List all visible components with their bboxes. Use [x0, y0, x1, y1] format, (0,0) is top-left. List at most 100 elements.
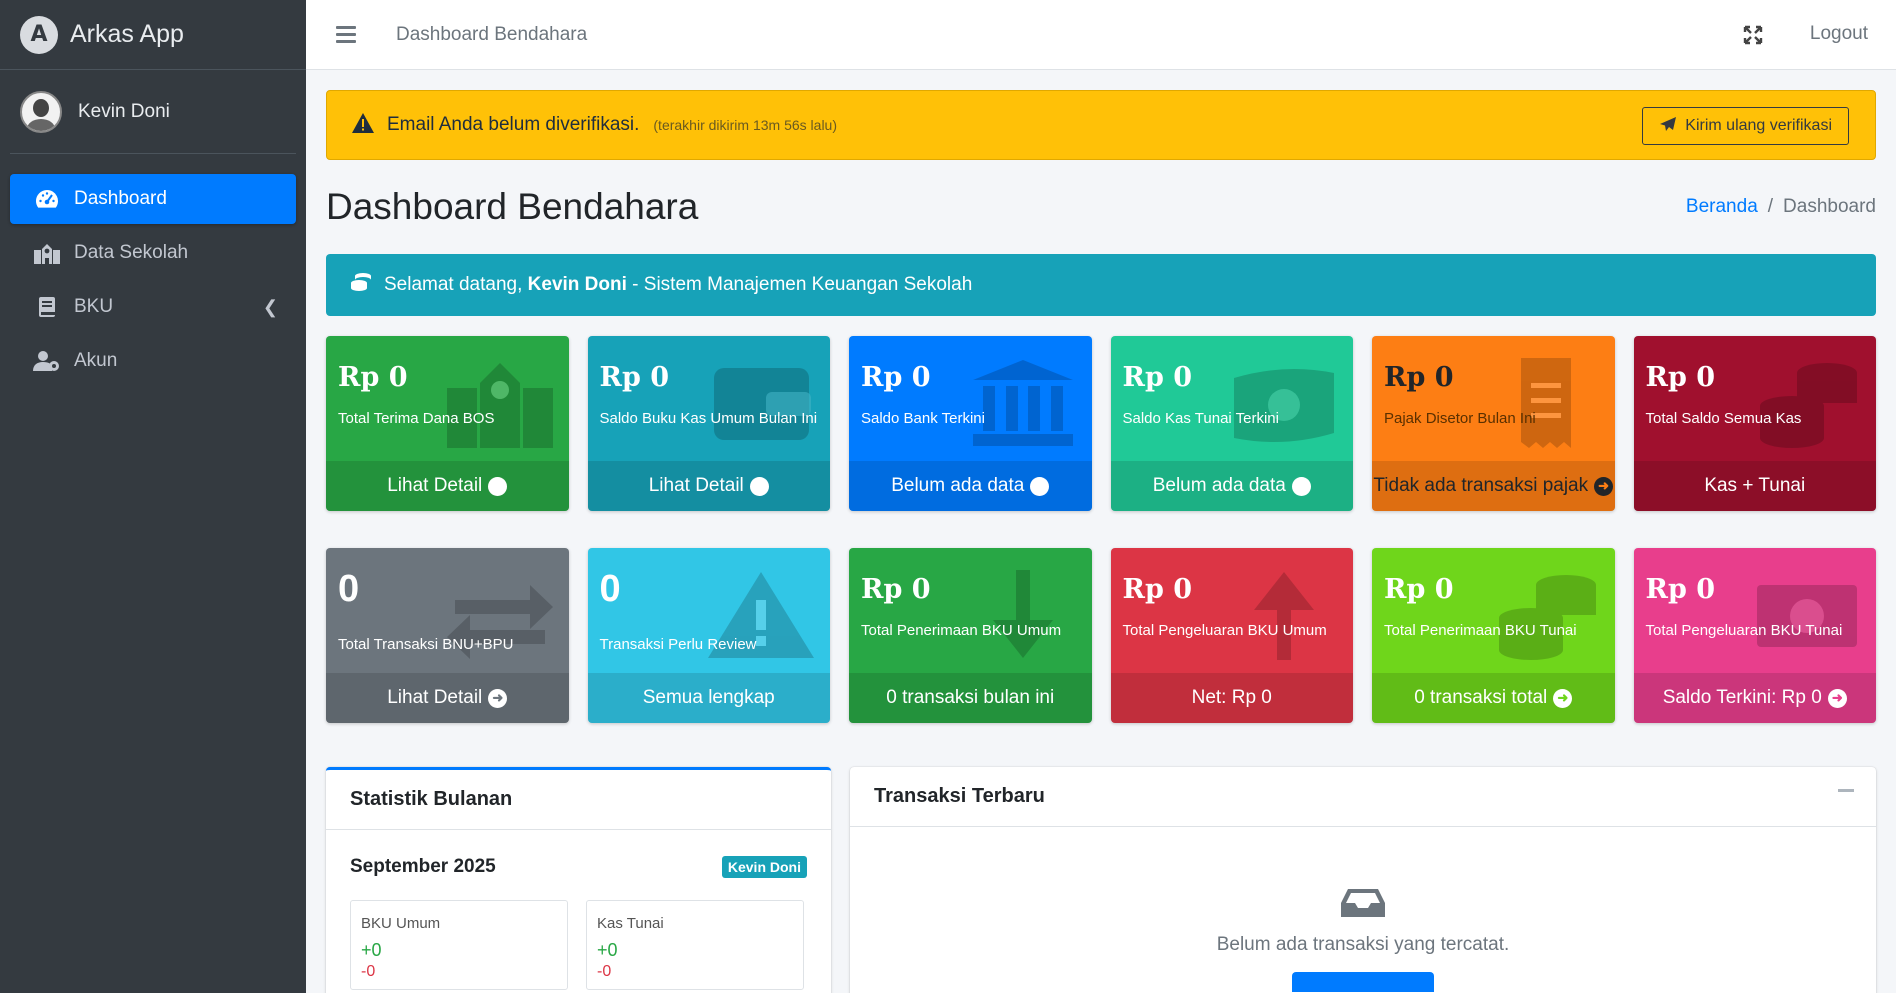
- stat-plus: +0: [597, 940, 618, 960]
- box-saldo-bank[interactable]: Rp 0 Saldo Bank Terkini Belum ada data ➜: [849, 336, 1092, 511]
- stat-bku-umum: BKU Umum +0 -0: [350, 900, 568, 990]
- box-footer-label: 0 transaksi bulan ini: [886, 687, 1055, 708]
- box-label: Pajak Disetor Bulan Ini: [1384, 410, 1536, 427]
- card-title: Transaksi Terbaru: [850, 767, 1876, 827]
- brand-logo: A: [20, 15, 58, 54]
- arrow-up-icon: [1254, 572, 1314, 660]
- add-transaction-button[interactable]: [1292, 972, 1434, 992]
- box-label: Total Terima Dana BOS: [338, 410, 495, 427]
- stat-plus: +0: [361, 940, 382, 960]
- box-footer-link[interactable]: Belum ada data ➜: [1110, 461, 1353, 511]
- box-saldo-bku[interactable]: Rp 0 Saldo Buku Kas Umum Bulan Ini Lihat…: [587, 336, 830, 511]
- box-footer-link[interactable]: Tidak ada transaksi pajak ➜: [1372, 461, 1615, 511]
- user-panel[interactable]: Kevin Doni: [10, 70, 296, 154]
- coins-icon: [350, 272, 372, 298]
- collapse-icon[interactable]: [1838, 789, 1854, 792]
- email-verification-alert: Email Anda belum diverifikasi. (terakhir…: [326, 90, 1876, 160]
- empty-text: Belum ada transaksi yang tercatat.: [1216, 934, 1510, 955]
- box-footer-label: Kas + Tunai: [1704, 475, 1806, 496]
- box-label: Saldo Kas Tunai Terkini: [1122, 410, 1279, 427]
- card-title: Statistik Bulanan: [326, 770, 831, 830]
- box-perlu-review[interactable]: 0 Transaksi Perlu Review Semua lengkap: [587, 548, 830, 723]
- breadcrumb-home-link[interactable]: Beranda: [1686, 196, 1758, 217]
- alert-text: Email Anda belum diverifikasi.: [387, 114, 640, 135]
- brand-link[interactable]: A Arkas App: [0, 0, 306, 70]
- box-footer-text: Net: Rp 0: [1110, 673, 1353, 723]
- user-cog-icon: [32, 350, 62, 372]
- box-footer-label: Lihat Detail: [387, 687, 483, 708]
- brand-logo-letter: A: [30, 22, 48, 47]
- box-penerimaan-bku-umum[interactable]: Rp 0 Total Penerimaan BKU Umum 0 transak…: [849, 548, 1092, 723]
- chevron-left-icon: ❮: [262, 296, 278, 317]
- bottom-panels: Statistik Bulanan September 2025 Kevin D…: [326, 767, 1876, 993]
- box-kas-tunai[interactable]: Rp 0 Saldo Kas Tunai Terkini Belum ada d…: [1110, 336, 1353, 511]
- sidebar-nav: Dashboard Data Sekolah BKU ❮ Akun: [0, 154, 306, 410]
- money-bill-icon: [1757, 585, 1857, 647]
- box-footer-link[interactable]: Saldo Terkini: Rp 0 ➜: [1633, 673, 1876, 723]
- bank-icon: [972, 360, 1073, 446]
- box-footer-label: Lihat Detail: [387, 475, 483, 496]
- box-footer-label: Belum ada data: [1152, 475, 1286, 496]
- navbar-title[interactable]: Dashboard Bendahara: [396, 24, 587, 46]
- sidebar-item-label: Data Sekolah: [74, 242, 189, 263]
- sidebar-item-dashboard[interactable]: Dashboard: [10, 174, 296, 224]
- box-value: Rp 0: [861, 574, 931, 605]
- box-total-saldo[interactable]: Rp 0 Total Saldo Semua Kas Kas + Tunai: [1633, 336, 1876, 511]
- sidebar-item-label: BKU: [74, 296, 114, 317]
- box-value: Rp 0: [1645, 574, 1716, 605]
- menu-toggle-icon[interactable]: [336, 26, 356, 43]
- box-footer-link[interactable]: Lihat Detail ➜: [326, 673, 569, 723]
- box-value: Rp 0: [861, 362, 931, 393]
- box-footer-label: Lihat Detail: [648, 475, 744, 496]
- arrow-circle-right-icon: ➜: [1594, 476, 1614, 496]
- box-penerimaan-bku-tunai[interactable]: Rp 0 Total Penerimaan BKU Tunai 0 transa…: [1372, 548, 1615, 723]
- sidebar-item-akun[interactable]: Akun: [10, 336, 296, 386]
- box-footer-text: Kas + Tunai: [1633, 461, 1876, 511]
- arrow-circle-right-icon: ➜: [1291, 476, 1311, 496]
- stat-boxes-row-1: Rp 0 Total Terima Dana BOS Lihat Detail ➜…: [326, 336, 1876, 511]
- arrow-circle-right-icon: ➜: [488, 688, 508, 708]
- resend-verification-button[interactable]: Kirim ulang verifikasi: [1642, 107, 1849, 145]
- box-footer-label: Semua lengkap: [642, 687, 775, 708]
- box-footer-link[interactable]: Belum ada data ➜: [849, 461, 1092, 511]
- arrow-circle-right-icon: ➜: [1827, 688, 1847, 708]
- inbox-icon: [1340, 887, 1386, 924]
- page-title: Dashboard Bendahara: [326, 186, 699, 227]
- sidebar-item-label: Dashboard: [74, 188, 167, 209]
- box-pajak[interactable]: Rp 0 Pajak Disetor Bulan Ini Tidak ada t…: [1372, 336, 1615, 511]
- welcome-banner: Selamat datang, Kevin Doni - Sistem Mana…: [326, 254, 1876, 316]
- empty-state: Belum ada transaksi yang tercatat.: [850, 827, 1876, 992]
- box-pengeluaran-bku-tunai[interactable]: Rp 0 Total Pengeluaran BKU Tunai Saldo T…: [1633, 548, 1876, 723]
- top-navbar: Dashboard Bendahara Logout: [306, 0, 1896, 70]
- box-label: Transaksi Perlu Review: [599, 636, 757, 653]
- box-value: 0: [599, 568, 621, 610]
- alert-subtext: (terakhir dikirim 13m 56s lalu): [653, 117, 837, 133]
- box-footer-label: 0 transaksi total: [1414, 687, 1548, 708]
- box-value: Rp 0: [1122, 574, 1193, 605]
- box-footer-link[interactable]: 0 transaksi total ➜: [1372, 673, 1615, 723]
- logout-link[interactable]: Logout: [1810, 23, 1868, 45]
- stat-minus: -0: [361, 963, 376, 980]
- sidebar-item-data-sekolah[interactable]: Data Sekolah: [10, 228, 296, 278]
- stat-boxes-row-2: 0 Total Transaksi BNU+BPU Lihat Detail ➜ …: [326, 548, 1876, 723]
- fullscreen-icon[interactable]: [1742, 24, 1764, 52]
- welcome-suffix: - Sistem Manajemen Keuangan Sekolah: [632, 274, 973, 295]
- avatar: [20, 90, 62, 133]
- box-pengeluaran-bku-umum[interactable]: Rp 0 Total Pengeluaran BKU Umum Net: Rp …: [1110, 548, 1353, 723]
- box-footer-link[interactable]: Lihat Detail ➜: [326, 461, 569, 511]
- box-footer-link[interactable]: Lihat Detail ➜: [587, 461, 830, 511]
- box-dana-bos[interactable]: Rp 0 Total Terima Dana BOS Lihat Detail ➜: [326, 336, 569, 511]
- box-value: Rp 0: [599, 362, 670, 393]
- user-name: Kevin Doni: [78, 100, 170, 122]
- sidebar-item-bku[interactable]: BKU ❮: [10, 282, 296, 332]
- school-icon: [446, 363, 553, 448]
- page-header: Dashboard Bendahara Beranda / Dashboard: [326, 160, 1876, 254]
- stat-kas-tunai: Kas Tunai +0 -0: [586, 900, 804, 990]
- box-label: Total Pengeluaran BKU Tunai: [1645, 622, 1843, 639]
- box-total-transaksi[interactable]: 0 Total Transaksi BNU+BPU Lihat Detail ➜: [326, 548, 569, 723]
- box-value: Rp 0: [1384, 362, 1454, 393]
- box-footer-text: 0 transaksi bulan ini: [849, 673, 1092, 723]
- box-label: Total Penerimaan BKU Tunai: [1384, 622, 1577, 639]
- user-badge: Kevin Doni: [721, 856, 807, 878]
- arrow-circle-right-icon: ➜: [749, 476, 769, 496]
